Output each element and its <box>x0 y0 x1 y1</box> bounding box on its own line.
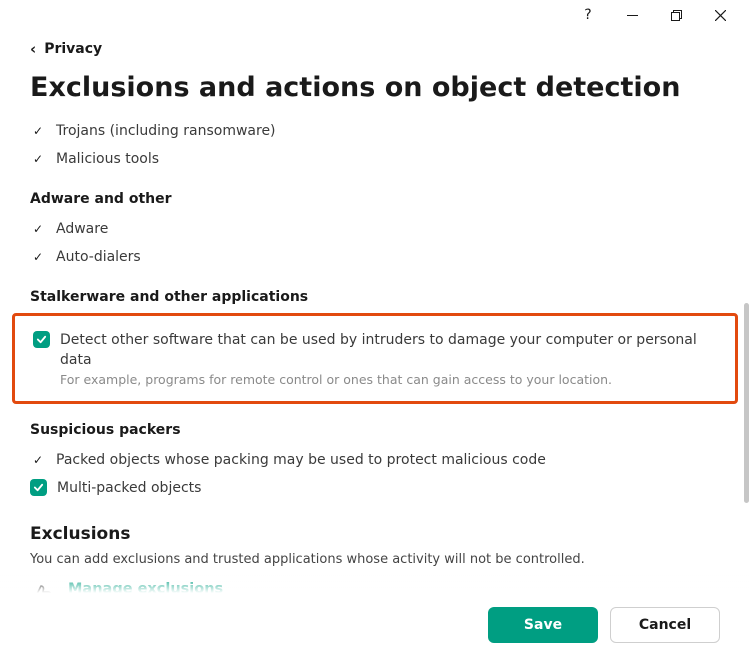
minimize-button[interactable] <box>610 0 654 30</box>
item-trojans: ✓ Trojans (including ransomware) <box>30 117 720 145</box>
content-scroll[interactable]: Exclusions and actions on object detecti… <box>0 58 750 593</box>
item-detect-stalkerware[interactable]: Detect other software that can be used b… <box>33 326 717 391</box>
scrollbar[interactable] <box>744 303 749 503</box>
settings-window: ? ‹ Privacy Exclusions and actions on ob… <box>0 0 750 661</box>
section-adware-heading: Adware and other <box>30 191 720 207</box>
item-multi-packed[interactable]: Multi-packed objects <box>30 474 720 502</box>
checkbox-checked-icon[interactable] <box>33 331 50 348</box>
check-icon: ✓ <box>30 149 46 169</box>
exclusions-description: You can add exclusions and trusted appli… <box>30 552 720 567</box>
item-adware: ✓ Adware <box>30 215 720 243</box>
item-malicious-tools: ✓ Malicious tools <box>30 145 720 173</box>
item-label: Auto-dialers <box>56 247 141 267</box>
section-stalkerware-heading: Stalkerware and other applications <box>30 289 720 305</box>
back-icon: ‹ <box>30 40 36 58</box>
page-title: Exclusions and actions on object detecti… <box>30 72 720 103</box>
thumbs-up-icon <box>30 583 54 593</box>
item-label: Trojans (including ransomware) <box>56 121 276 141</box>
checkbox-checked-icon[interactable] <box>30 479 47 496</box>
highlight-annotation: Detect other software that can be used b… <box>12 313 738 404</box>
titlebar: ? <box>0 0 750 30</box>
section-exclusions-heading: Exclusions <box>30 524 720 544</box>
item-description: For example, programs for remote control… <box>60 372 717 387</box>
close-button[interactable] <box>698 0 742 30</box>
breadcrumb[interactable]: ‹ Privacy <box>0 30 750 58</box>
item-auto-dialers: ✓ Auto-dialers <box>30 243 720 271</box>
check-icon: ✓ <box>30 450 46 470</box>
item-packed-objects: ✓ Packed objects whose packing may be us… <box>30 446 720 474</box>
item-label: Malicious tools <box>56 149 159 169</box>
maximize-button[interactable] <box>654 0 698 30</box>
item-label: Multi-packed objects <box>57 478 201 498</box>
footer: Save Cancel <box>0 593 750 661</box>
check-icon: ✓ <box>30 219 46 239</box>
section-packers-heading: Suspicious packers <box>30 422 720 438</box>
manage-exclusions-link[interactable]: Manage exclusions <box>68 581 720 593</box>
check-icon: ✓ <box>30 247 46 267</box>
check-icon: ✓ <box>30 121 46 141</box>
item-label: Adware <box>56 219 108 239</box>
manage-exclusions-row: Manage exclusions Exclusions: 0. Active … <box>30 581 720 593</box>
breadcrumb-label: Privacy <box>44 41 102 57</box>
save-button[interactable]: Save <box>488 607 598 643</box>
help-button[interactable]: ? <box>566 0 610 30</box>
item-label: Packed objects whose packing may be used… <box>56 450 546 470</box>
item-label: Detect other software that can be used b… <box>60 330 717 370</box>
cancel-button[interactable]: Cancel <box>610 607 720 643</box>
